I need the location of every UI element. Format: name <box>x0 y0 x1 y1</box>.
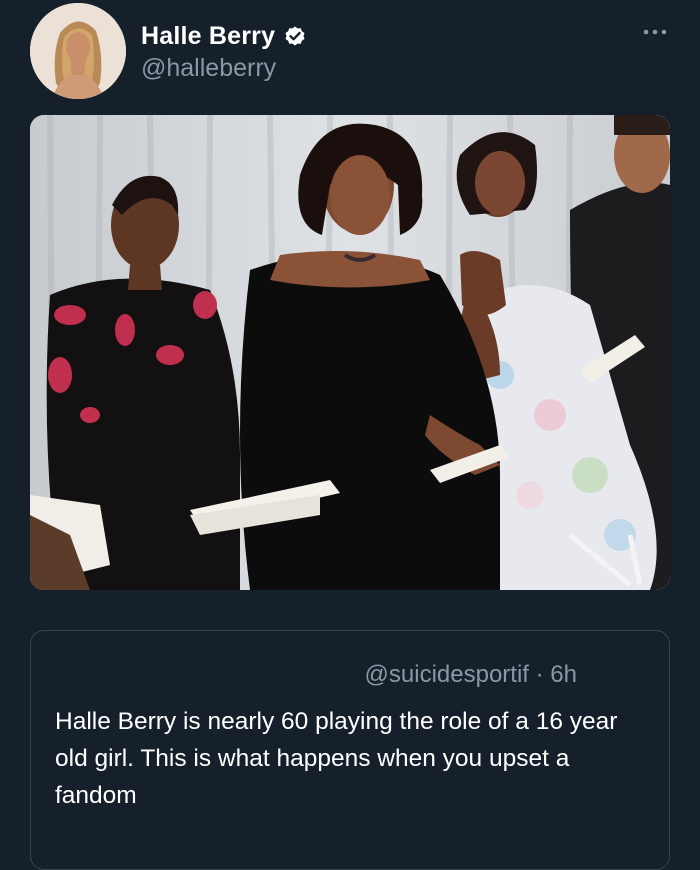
quoted-tweet-text: Halle Berry is nearly 60 playing the rol… <box>55 708 618 809</box>
author-handle[interactable]: @halleberry <box>141 54 276 83</box>
more-horizontal-icon[interactable] <box>641 22 669 42</box>
author-avatar[interactable] <box>30 3 126 99</box>
quoted-tweet-time[interactable]: 6h <box>550 661 577 688</box>
quoted-tweet-card[interactable]: @suicidesportif · 6h Halle Berry is near… <box>30 630 670 870</box>
author-name-row[interactable]: Halle Berry <box>141 18 307 54</box>
quoted-tweet-handle[interactable]: @suicidesportif <box>365 661 529 688</box>
author-name[interactable]: Halle Berry <box>141 22 275 51</box>
meta-separator: · <box>528 661 551 688</box>
verified-badge-icon <box>285 26 305 46</box>
tweet-media-image[interactable] <box>30 115 670 590</box>
media-photo <box>30 115 670 590</box>
quoted-tweet-meta: @suicidesportif · 6h <box>365 661 577 689</box>
avatar-image <box>30 3 126 99</box>
